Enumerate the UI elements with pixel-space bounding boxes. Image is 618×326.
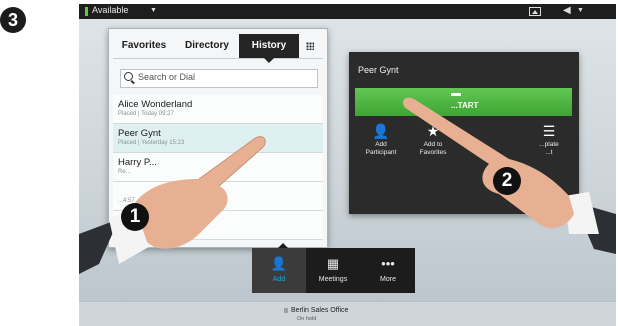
directory-tabs: Favorites Directory History xyxy=(113,34,323,63)
hand-illustration-left xyxy=(79,136,266,274)
selfview-icon[interactable] xyxy=(529,7,541,16)
keypad-icon[interactable] xyxy=(306,42,314,50)
touch-screen: Available ▼ ◀ ▼ Favorites Directory Hist… xyxy=(79,4,616,326)
add-participant-button[interactable]: 👤 Add Participant xyxy=(357,123,405,156)
meetings-button[interactable]: ▦ Meetings xyxy=(306,248,360,293)
chevron-down-icon[interactable]: ▼ xyxy=(577,7,584,14)
entry-detail: Placed | Today 09:27 xyxy=(118,111,174,117)
step-badge-1: 1 xyxy=(121,203,149,231)
more-button[interactable]: ••• More xyxy=(361,248,415,293)
step-badge-3: 3 xyxy=(0,7,26,33)
tab-history[interactable]: History xyxy=(239,34,299,63)
pause-icon: II xyxy=(284,308,288,315)
speaker-icon[interactable]: ◀ xyxy=(563,5,571,16)
chevron-down-icon[interactable]: ▼ xyxy=(150,7,157,14)
calendar-icon: ▦ xyxy=(326,256,340,271)
tab-directory[interactable]: Directory xyxy=(175,34,239,58)
step-badge-2: 2 xyxy=(493,167,521,195)
contact-name: Peer Gynt xyxy=(358,65,399,75)
action-label-1: Add xyxy=(375,141,387,148)
add-participant-icon: 👤 xyxy=(372,123,390,139)
search-input[interactable]: Search or Dial xyxy=(120,69,318,88)
hold-bar[interactable]: II Berlin Sales Office On hold xyxy=(79,301,616,326)
search-placeholder: Search or Dial xyxy=(138,72,196,82)
search-icon xyxy=(124,72,133,81)
dock-label: Meetings xyxy=(318,276,348,283)
tab-favorites[interactable]: Favorites xyxy=(113,34,175,58)
entry-name: Alice Wonderland xyxy=(118,99,193,110)
held-call-name: Berlin Sales Office xyxy=(291,307,349,314)
list-item[interactable]: Alice Wonderland Placed | Today 09:27 xyxy=(113,95,323,124)
more-icon: ••• xyxy=(381,256,395,271)
status-indicator xyxy=(85,7,88,16)
dock-label: More xyxy=(380,276,396,283)
held-call-status: On hold xyxy=(297,316,317,322)
availability-status[interactable]: Available xyxy=(92,5,128,15)
action-label-2: Participant xyxy=(365,148,397,156)
top-status-bar: Available ▼ ◀ ▼ xyxy=(79,4,616,19)
